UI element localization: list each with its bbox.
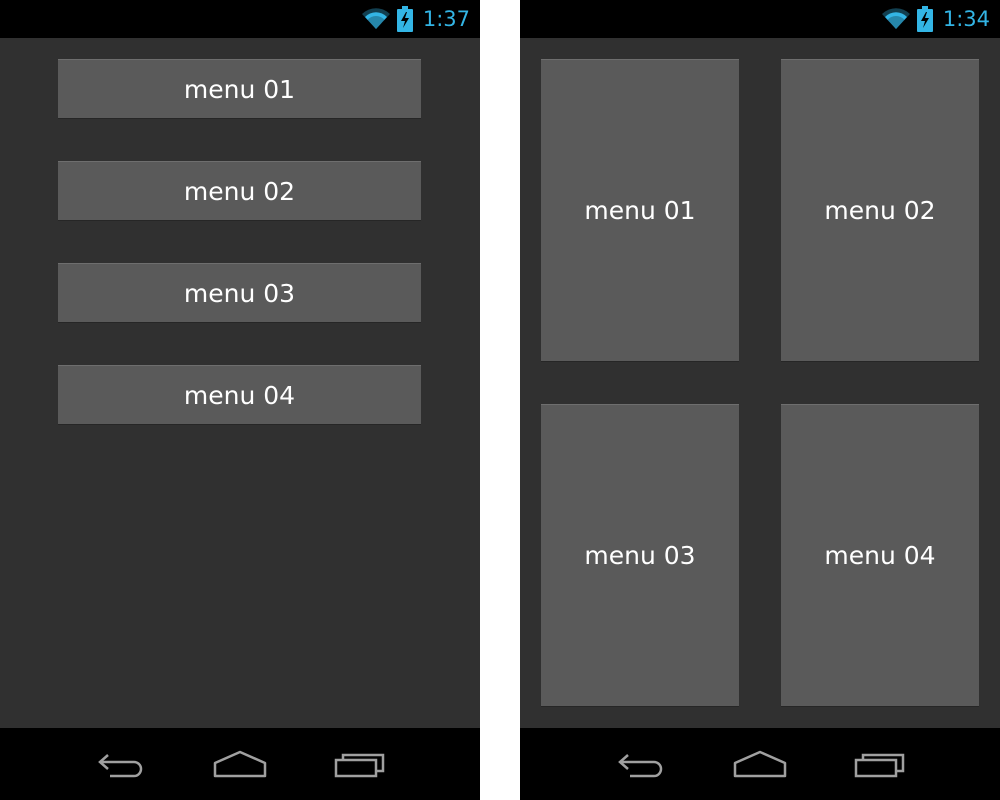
status-bar: 1:37 [0, 0, 480, 38]
back-icon[interactable] [610, 746, 670, 782]
menu-button-04[interactable]: menu 04 [58, 365, 421, 425]
menu-button-02[interactable]: menu 02 [58, 161, 421, 221]
wifi-icon [881, 7, 911, 31]
recent-apps-icon[interactable] [850, 746, 910, 782]
menu-tile-04[interactable]: menu 04 [781, 404, 979, 707]
status-bar: 1:34 [520, 0, 1000, 38]
back-icon[interactable] [90, 746, 150, 782]
phone-screen-grid: 1:34 menu 01 menu 02 menu 03 menu 04 [520, 0, 1000, 800]
menu-grid: menu 01 menu 02 menu 03 menu 04 [520, 38, 1000, 728]
menu-button-03[interactable]: menu 03 [58, 263, 421, 323]
menu-tile-03[interactable]: menu 03 [541, 404, 739, 707]
home-icon[interactable] [730, 746, 790, 782]
clock-time: 1:34 [942, 7, 990, 31]
wifi-icon [361, 7, 391, 31]
battery-charging-icon [396, 6, 413, 32]
menu-list: menu 01 menu 02 menu 03 menu 04 [0, 38, 480, 728]
menu-button-01[interactable]: menu 01 [58, 59, 421, 119]
status-indicators: 1:34 [881, 0, 990, 38]
menu-tile-01[interactable]: menu 01 [541, 59, 739, 362]
phone-screen-list: 1:37 menu 01 menu 02 menu 03 menu 04 [0, 0, 480, 800]
home-icon[interactable] [210, 746, 270, 782]
navigation-bar [0, 728, 480, 800]
clock-time: 1:37 [422, 7, 470, 31]
status-indicators: 1:37 [361, 0, 470, 38]
battery-charging-icon [916, 6, 933, 32]
recent-apps-icon[interactable] [330, 746, 390, 782]
menu-tile-02[interactable]: menu 02 [781, 59, 979, 362]
navigation-bar [520, 728, 1000, 800]
